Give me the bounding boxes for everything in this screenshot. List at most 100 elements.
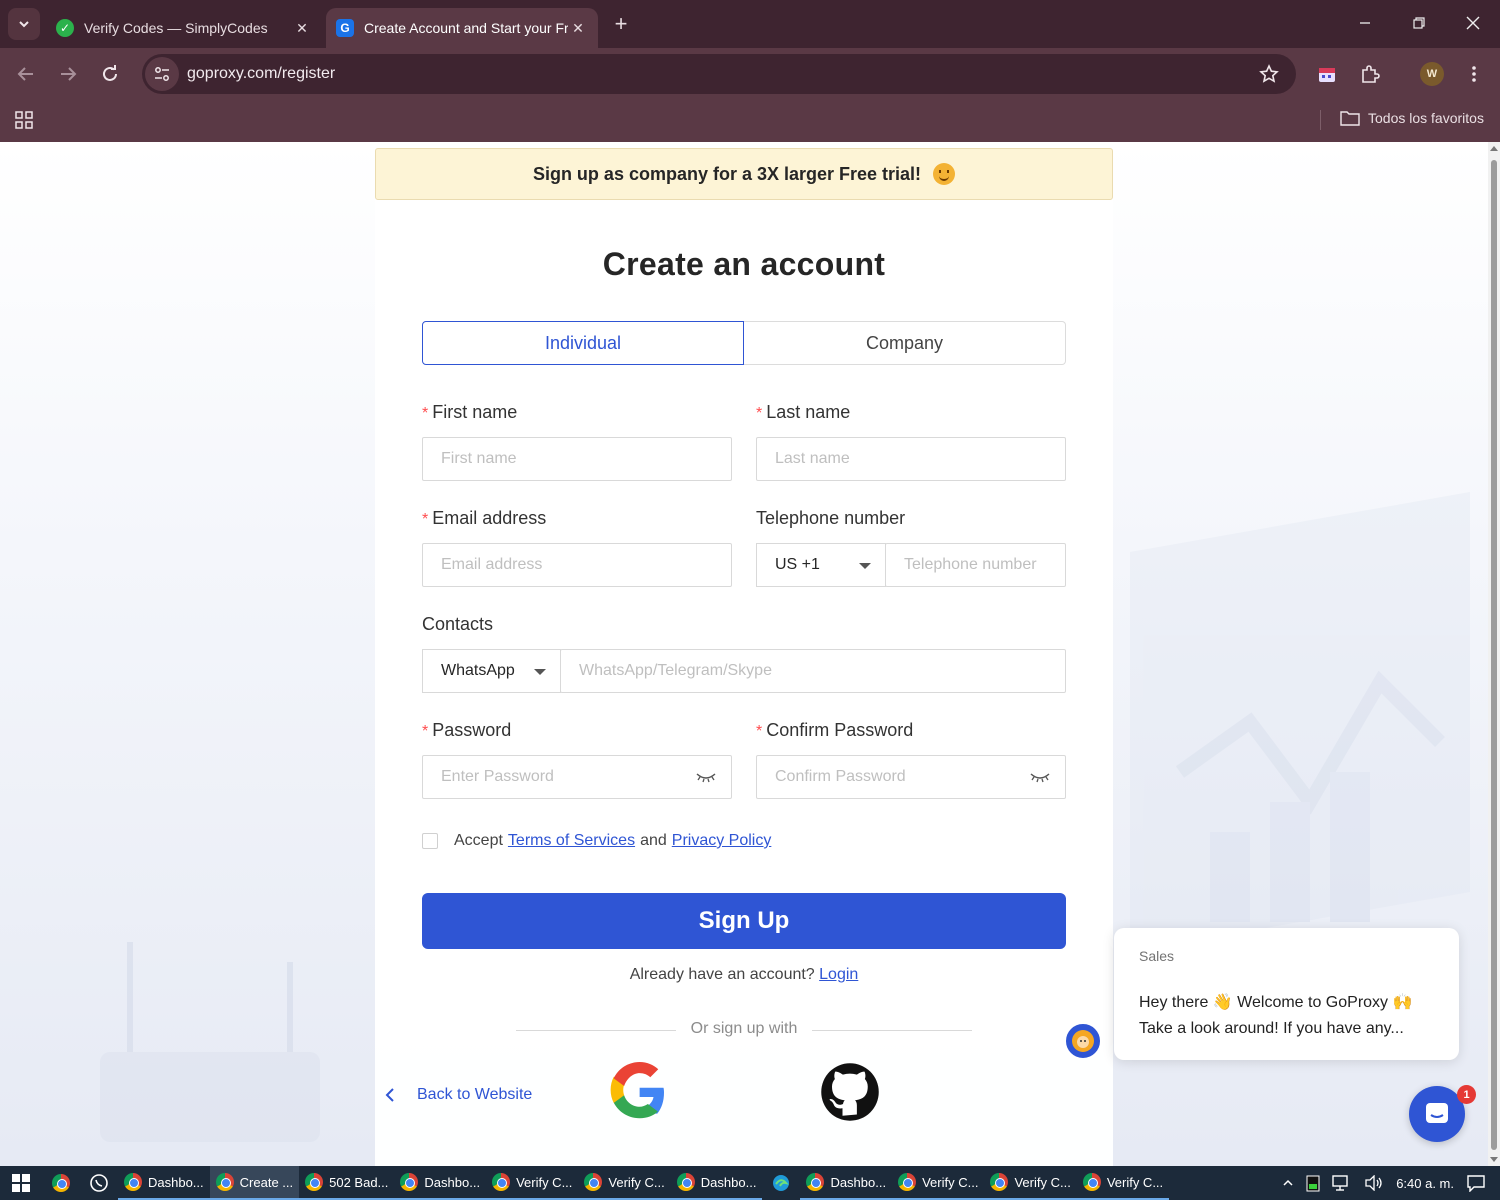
accept-terms-checkbox[interactable]: [422, 833, 438, 849]
battery-icon[interactable]: [1306, 1174, 1320, 1192]
eye-closed-icon[interactable]: [1029, 770, 1051, 784]
confirm-password-placeholder: Confirm Password: [775, 768, 906, 785]
telephone-placeholder: Telephone number: [904, 556, 1037, 573]
network-icon[interactable]: [1332, 1175, 1352, 1191]
start-button[interactable]: [0, 1166, 42, 1200]
github-signup-button[interactable]: [820, 1062, 880, 1122]
restore-icon: [1413, 17, 1425, 29]
back-to-website-link[interactable]: Back to Website: [385, 1086, 532, 1104]
sign-up-button[interactable]: Sign Up: [422, 893, 1066, 949]
terms-of-service-link[interactable]: Terms of Services: [508, 832, 635, 850]
chrome-icon: [1082, 1173, 1101, 1191]
tab-title: Create Account and Start your Free Trial: [364, 20, 568, 36]
register-card: Create an account Individual Company * Fi…: [375, 200, 1113, 1166]
system-tray: 6:40 a. m.: [1282, 1174, 1500, 1192]
forward-button[interactable]: [52, 58, 84, 90]
taskbar-app[interactable]: Dashbo...: [800, 1166, 893, 1200]
contact-method-select[interactable]: WhatsApp: [422, 649, 561, 693]
country-code-value: US +1: [775, 556, 820, 573]
all-bookmarks-button[interactable]: Todos los favoritos: [1340, 110, 1484, 126]
tab-search-button[interactable]: [8, 8, 40, 40]
page-scrollbar[interactable]: [1488, 142, 1500, 1166]
apps-button[interactable]: [14, 110, 34, 135]
window-close-button[interactable]: [1450, 8, 1496, 38]
email-label: * Email address: [422, 508, 547, 528]
taskbar-app-active[interactable]: Create ...: [209, 1166, 300, 1200]
new-tab-button[interactable]: +: [608, 12, 634, 38]
google-signup-button[interactable]: [609, 1062, 669, 1122]
notifications-icon[interactable]: [1466, 1174, 1486, 1192]
scroll-down-arrow-icon[interactable]: [1490, 1157, 1498, 1162]
privacy-policy-link[interactable]: Privacy Policy: [672, 832, 772, 850]
chrome-icon: [898, 1173, 917, 1191]
address-bar[interactable]: goproxy.com/register: [142, 54, 1296, 94]
bookmark-star-button[interactable]: [1254, 59, 1284, 89]
taskbar-app[interactable]: Verify C...: [1076, 1166, 1170, 1200]
extensions-menu-button[interactable]: [1356, 60, 1384, 88]
extension-button[interactable]: [1313, 60, 1341, 88]
email-input[interactable]: Email address: [422, 543, 732, 587]
minimize-button[interactable]: [1342, 8, 1388, 38]
star-icon: [1259, 64, 1279, 83]
taskbar-app[interactable]: 502 Bad...: [299, 1166, 395, 1200]
tab-verify-codes[interactable]: ✓ Verify Codes — SimplyCodes ✕: [46, 8, 322, 48]
calendar-extension-icon: [1319, 68, 1335, 82]
contact-handle-input[interactable]: WhatsApp/Telegram/Skype: [560, 649, 1066, 693]
profile-avatar[interactable]: W: [1420, 62, 1444, 86]
chevron-down-icon: [19, 21, 29, 28]
chat-agent-avatar[interactable]: [1064, 1022, 1102, 1060]
edge-icon: [773, 1175, 790, 1191]
taskbar-app[interactable]: Verify C...: [892, 1166, 985, 1200]
browser-menu-button[interactable]: [1460, 60, 1488, 88]
close-icon[interactable]: ✕: [568, 20, 588, 37]
login-link[interactable]: Login: [819, 966, 858, 983]
taskbar-app[interactable]: Dashbo...: [394, 1166, 487, 1200]
taskbar-app[interactable]: Verify C...: [984, 1166, 1077, 1200]
restore-button[interactable]: [1396, 8, 1442, 38]
email-placeholder: Email address: [441, 556, 543, 573]
reload-icon: [103, 65, 117, 81]
password-input[interactable]: Enter Password: [422, 755, 732, 799]
reload-button[interactable]: [94, 58, 126, 90]
telephone-input[interactable]: Telephone number: [885, 543, 1066, 587]
chat-sender: Sales: [1139, 948, 1175, 964]
country-code-select[interactable]: US +1: [756, 543, 886, 587]
minimize-icon: [1360, 22, 1370, 24]
taskbar-app[interactable]: Verify C...: [578, 1166, 671, 1200]
site-settings-button[interactable]: [145, 57, 179, 91]
or-sign-up-with-text: Or sign up with: [690, 1020, 798, 1037]
contacts-label: Contacts: [422, 614, 494, 634]
tab-company[interactable]: Company: [744, 321, 1066, 365]
close-icon[interactable]: ✕: [292, 20, 312, 37]
taskbar-edge-pinned[interactable]: [762, 1166, 800, 1200]
last-name-input[interactable]: Last name: [756, 437, 1066, 481]
volume-icon[interactable]: [1364, 1175, 1384, 1191]
last-name-placeholder: Last name: [775, 450, 850, 467]
puzzle-icon: [1362, 65, 1380, 83]
chevron-up-icon[interactable]: [1282, 1177, 1294, 1189]
taskbar-whatsapp-pinned[interactable]: [80, 1166, 118, 1200]
tab-create-account[interactable]: G Create Account and Start your Free Tri…: [326, 8, 598, 48]
confirm-password-input[interactable]: Confirm Password: [756, 755, 1066, 799]
clock[interactable]: 6:40 a. m.: [1396, 1176, 1454, 1191]
taskbar-app[interactable]: Dashbo...: [670, 1166, 763, 1200]
scroll-up-arrow-icon[interactable]: [1490, 146, 1498, 151]
accept-text: Accept: [454, 832, 503, 849]
promo-banner[interactable]: Sign up as company for a 3X larger Free …: [375, 148, 1113, 200]
taskbar-app[interactable]: Verify C...: [486, 1166, 579, 1200]
eye-closed-icon[interactable]: [695, 770, 717, 784]
already-have-account-text: Already have an account?: [629, 966, 815, 983]
taskbar-chrome-pinned[interactable]: [42, 1166, 80, 1200]
first-name-input[interactable]: First name: [422, 437, 732, 481]
more-vertical-icon: [1472, 66, 1476, 82]
chat-preview-popup[interactable]: Sales Hey there 👋 Welcome to GoProxy 🙌 T…: [1114, 928, 1459, 1060]
scrollbar-thumb[interactable]: [1491, 160, 1497, 1150]
taskbar-app[interactable]: Dashbo...: [118, 1166, 210, 1200]
arrow-left-icon: [17, 67, 33, 81]
caret-down-icon: [859, 563, 871, 569]
profile-initial: W: [1426, 68, 1438, 80]
chrome-icon: [305, 1173, 324, 1191]
back-button[interactable]: [10, 58, 42, 90]
tab-individual[interactable]: Individual: [422, 321, 744, 365]
simplycodes-favicon-icon: ✓: [56, 19, 74, 37]
